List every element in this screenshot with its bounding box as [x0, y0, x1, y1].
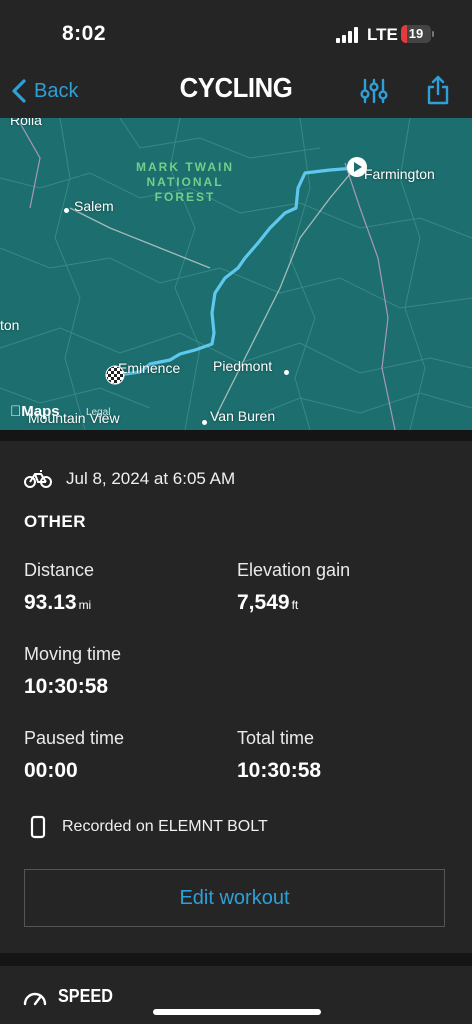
filter-button[interactable] — [360, 76, 388, 106]
distance-unit: mi — [78, 598, 92, 612]
nav-bar: Back CYCLING — [0, 66, 472, 118]
edit-workout-button[interactable]: Edit workout — [24, 869, 445, 927]
battery-level: 19 — [408, 26, 424, 41]
section-divider — [0, 430, 472, 441]
bicycle-icon — [24, 470, 52, 488]
workout-type: OTHER — [24, 512, 86, 531]
route-finish-icon — [105, 365, 125, 385]
share-button[interactable] — [425, 74, 451, 106]
moving-time-label: Moving time — [24, 644, 122, 664]
battery-tip — [432, 31, 434, 37]
section-divider — [0, 953, 472, 966]
status-time: 8:02 — [62, 22, 107, 45]
maps-logo: Maps — [10, 403, 60, 420]
paused-time-label: Paused time — [24, 728, 125, 748]
legal-link[interactable]: Legal — [86, 407, 110, 418]
device-icon — [30, 815, 46, 839]
recorded-device: Recorded on ELEMNT BOLT — [62, 818, 268, 835]
route-start-icon — [347, 157, 367, 177]
place-farmington: Farmington — [364, 166, 435, 182]
speed-header: SPEED — [22, 986, 119, 1007]
place-rolla: Rolla — [10, 118, 42, 128]
speed-title: SPEED — [58, 986, 113, 1006]
total-time-label: Total time — [237, 728, 315, 748]
elevation-unit: ft — [291, 598, 299, 612]
speedometer-icon — [23, 992, 47, 1005]
place-eminence: Eminence — [118, 360, 181, 376]
recorded-row: Recorded on ELEMNT BOLT — [30, 815, 268, 839]
date-row: Jul 8, 2024 at 6:05 AM — [24, 469, 235, 489]
workout-summary: Jul 8, 2024 at 6:05 AM OTHER Distance 93… — [0, 441, 472, 953]
paused-time-value: 00:00 — [24, 759, 78, 782]
status-bar: 8:02 LTE 19 — [0, 0, 472, 66]
elevation-label: Elevation gain — [237, 560, 351, 580]
place-piedmont: Piedmont — [213, 358, 273, 374]
place-left-edge: ton — [0, 317, 20, 333]
total-time-value: 10:30:58 — [237, 759, 322, 782]
place-salem: Salem — [74, 198, 114, 214]
place-van-buren: Van Buren — [210, 408, 276, 424]
place-dot — [202, 420, 207, 425]
place-dot — [64, 208, 69, 213]
elevation-value: 7,549 ft — [237, 591, 299, 614]
distance-label: Distance — [24, 560, 95, 580]
moving-time-value: 10:30:58 — [24, 675, 109, 698]
network-type: LTE — [367, 25, 398, 44]
sliders-icon — [360, 78, 388, 104]
distance-value: 93.13 mi — [24, 591, 92, 614]
forest-label: MARK TWAIN NATIONAL FOREST — [136, 160, 234, 204]
place-dot — [284, 370, 289, 375]
workout-date: Jul 8, 2024 at 6:05 AM — [66, 469, 236, 488]
home-indicator[interactable] — [153, 1009, 321, 1015]
route-map[interactable]: MARK TWAIN NATIONAL FOREST Rolla Salem F… — [0, 118, 472, 430]
speed-section[interactable]: SPEED — [0, 966, 472, 1024]
battery-icon: 19 — [401, 25, 431, 43]
signal-icon — [336, 27, 360, 43]
share-icon — [427, 75, 449, 105]
